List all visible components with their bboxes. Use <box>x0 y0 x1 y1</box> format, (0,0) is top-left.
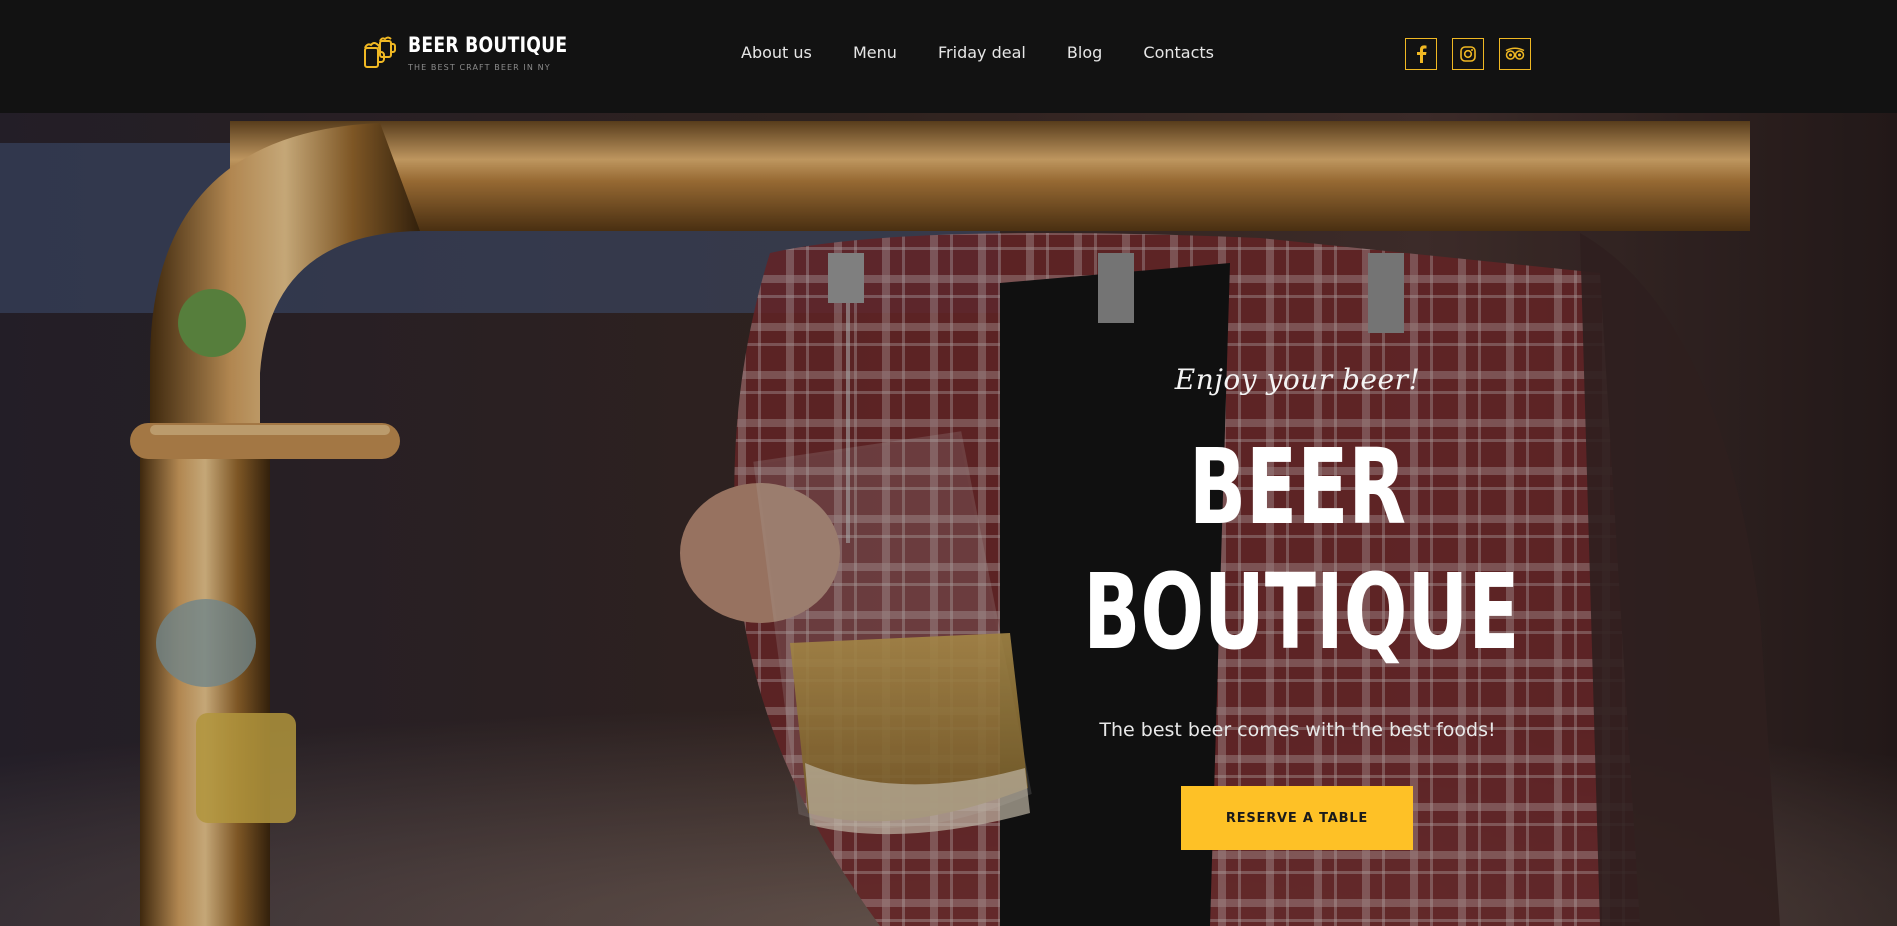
nav-item-contacts[interactable]: Contacts <box>1143 43 1214 62</box>
nav-item-friday-deal[interactable]: Friday deal <box>938 43 1026 62</box>
hero-tagline: Enjoy your beer! <box>1174 363 1421 396</box>
tripadvisor-link[interactable] <box>1499 38 1531 70</box>
hero-subtitle: The best beer comes with the best foods! <box>1099 719 1496 741</box>
instagram-link[interactable] <box>1452 38 1484 70</box>
facebook-icon <box>1417 45 1427 63</box>
hero-title-line1: BEER <box>1188 426 1407 548</box>
tripadvisor-icon <box>1505 47 1525 60</box>
brand-name: BEER BOUTIQUE <box>408 33 568 57</box>
facebook-link[interactable] <box>1405 38 1437 70</box>
beer-mugs-icon <box>364 36 396 68</box>
brand-slogan: THE BEST CRAFT BEER IN NY <box>408 63 551 72</box>
hero-section: Enjoy your beer! BEER BOUTIQUE The best … <box>0 113 1897 926</box>
nav-item-blog[interactable]: Blog <box>1067 43 1102 62</box>
main-nav: About us Menu Friday deal Blog Contacts <box>741 43 1214 65</box>
nav-item-about-us[interactable]: About us <box>741 43 812 62</box>
hero-dark-overlay <box>0 113 1897 926</box>
instagram-icon <box>1460 46 1476 62</box>
nav-item-menu[interactable]: Menu <box>853 43 897 62</box>
hero-title-line2: BOUTIQUE <box>1083 551 1520 673</box>
site-header: BEER BOUTIQUE THE BEST CRAFT BEER IN NY … <box>0 0 1897 113</box>
reserve-table-button[interactable]: RESERVE A TABLE <box>1181 786 1413 850</box>
